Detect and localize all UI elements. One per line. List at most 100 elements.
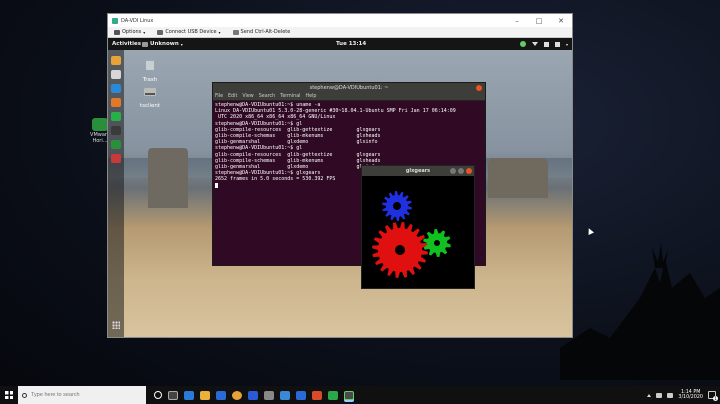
file-explorer-icon[interactable]: [200, 390, 210, 400]
send-ctrl-alt-delete-button[interactable]: Send Ctrl-Alt-Delete: [232, 29, 291, 35]
show-apps-grid-icon[interactable]: [112, 321, 120, 329]
trash-icon: [145, 59, 155, 70]
menu-help[interactable]: Help: [305, 94, 316, 99]
connect-usb-button[interactable]: Connect USB Device ▾: [157, 29, 221, 35]
store-icon[interactable]: [216, 390, 226, 400]
software-icon[interactable]: [111, 98, 121, 107]
notifications-button[interactable]: 1: [708, 391, 718, 401]
wallpaper-rock: [488, 158, 548, 198]
taskbar-date: 3/10/2020: [678, 395, 703, 400]
usb-icon: [157, 29, 164, 35]
gears-group: [372, 191, 451, 278]
system-tray: 1:14 PM 3/10/2020 1: [647, 390, 720, 401]
app-menu-icon: [142, 41, 148, 47]
menu-search[interactable]: Search: [259, 94, 275, 99]
glxgears-window[interactable]: glxgears: [361, 165, 475, 289]
notification-count-badge: 1: [713, 396, 718, 401]
spotify-icon[interactable]: [111, 112, 121, 121]
guest-desktop: Activities Unknown ▾ Tue 13:14 ▾ Trash t…: [108, 38, 572, 337]
volume-icon[interactable]: [667, 392, 674, 398]
vm-window-title: DA-VDI Linux: [121, 17, 154, 24]
chevron-down-icon: ▾: [565, 41, 568, 47]
vm-titlebar: DA-VDI Linux – □ ✕: [108, 14, 572, 27]
cad-label: Send Ctrl-Alt-Delete: [240, 29, 291, 35]
vmware-horizon-taskbar-icon[interactable]: [344, 390, 354, 400]
chevron-down-icon: ▾: [180, 41, 183, 47]
glxgears-title: glxgears: [405, 168, 431, 174]
menu-file[interactable]: File: [215, 94, 223, 99]
edge-icon[interactable]: [184, 390, 194, 400]
start-button[interactable]: [0, 386, 18, 404]
terminal-icon[interactable]: [111, 126, 121, 135]
network-icon[interactable]: [656, 392, 663, 398]
terminal-cursor: [215, 182, 218, 188]
topbar-clock[interactable]: Tue 13:14: [336, 41, 366, 47]
app-logo-icon: [112, 17, 118, 24]
maximize-icon[interactable]: [458, 168, 464, 174]
volume-icon: [543, 41, 549, 47]
maximize-button[interactable]: □: [528, 17, 550, 25]
taskbar-search[interactable]: [18, 386, 146, 404]
vm-toolbar: Options ▾ Connect USB Device ▾ Send Ctrl…: [108, 27, 572, 38]
keyboard-icon: [232, 29, 239, 35]
windows-logo-icon: [5, 391, 13, 399]
chevron-down-icon: ▾: [218, 29, 221, 35]
windows-taskbar: 1:14 PM 3/10/2020 1: [0, 386, 720, 404]
chrome-icon[interactable]: [232, 390, 242, 400]
taskbar-clock[interactable]: 1:14 PM 3/10/2020: [678, 390, 703, 401]
close-icon[interactable]: [466, 168, 472, 174]
terminal-titlebar[interactable]: stephenw@DA-VDIUbuntu01: ~: [213, 83, 485, 93]
options-menu[interactable]: Options ▾: [114, 29, 145, 35]
window-controls: – □ ✕: [506, 17, 572, 25]
files-icon[interactable]: [111, 70, 121, 79]
drive-icon: [144, 88, 156, 96]
network-icon: [531, 42, 538, 46]
red-gear-hole: [395, 245, 405, 255]
close-button[interactable]: ✕: [550, 17, 572, 25]
search-input[interactable]: [31, 392, 141, 398]
app-menu[interactable]: Unknown ▾: [142, 41, 183, 47]
vmware-horizon-icon: [92, 118, 108, 131]
glxgears-titlebar[interactable]: glxgears: [362, 166, 474, 176]
excel-icon[interactable]: [328, 390, 338, 400]
menu-terminal[interactable]: Terminal: [280, 94, 300, 99]
minimize-button[interactable]: –: [506, 17, 528, 25]
powerpoint-icon[interactable]: [312, 390, 322, 400]
desktop-icon-label: tsclient: [139, 103, 161, 109]
vm-app-icon[interactable]: [111, 140, 121, 149]
options-icon: [114, 29, 120, 35]
menu-view[interactable]: View: [242, 94, 253, 99]
show-hidden-icons-icon[interactable]: [647, 393, 652, 397]
wallpaper-rock: [148, 148, 188, 208]
system-tray[interactable]: ▾: [519, 41, 568, 47]
help-icon[interactable]: [111, 154, 121, 163]
desktop-icon-tsclient[interactable]: tsclient: [136, 82, 164, 109]
gears-canvas: [372, 191, 451, 278]
chrome-icon[interactable]: [111, 56, 121, 65]
app-menu-label: Unknown: [150, 41, 179, 47]
thunderbird-icon[interactable]: [111, 84, 121, 93]
window-controls: [450, 168, 472, 174]
app-icon[interactable]: [296, 390, 306, 400]
power-icon: [554, 41, 560, 47]
app-icon[interactable]: [264, 390, 274, 400]
gnome-top-bar: Activities Unknown ▾ Tue 13:14 ▾: [108, 38, 572, 50]
desktop-icon-trash[interactable]: Trash: [136, 56, 164, 83]
activities-button[interactable]: Activities: [108, 41, 142, 47]
usb-label: Connect USB Device: [165, 29, 217, 35]
menu-edit[interactable]: Edit: [228, 94, 237, 99]
vm-client-window: DA-VDI Linux – □ ✕ Options ▾ Connect USB…: [107, 13, 573, 338]
minimize-icon[interactable]: [450, 168, 456, 174]
close-icon[interactable]: [476, 85, 482, 91]
green-gear-hole: [434, 240, 440, 246]
outlook-icon[interactable]: [248, 390, 258, 400]
chevron-down-icon: ▾: [143, 29, 146, 35]
taskbar-pinned-apps: [154, 390, 354, 400]
status-indicator-icon: [519, 41, 526, 47]
blue-gear-hole: [393, 202, 401, 210]
terminal-menubar: File Edit View Search Terminal Help: [213, 93, 485, 101]
options-label: Options: [122, 29, 142, 35]
task-view-icon[interactable]: [168, 390, 178, 400]
cortana-icon[interactable]: [154, 391, 162, 399]
word-icon[interactable]: [280, 390, 290, 400]
